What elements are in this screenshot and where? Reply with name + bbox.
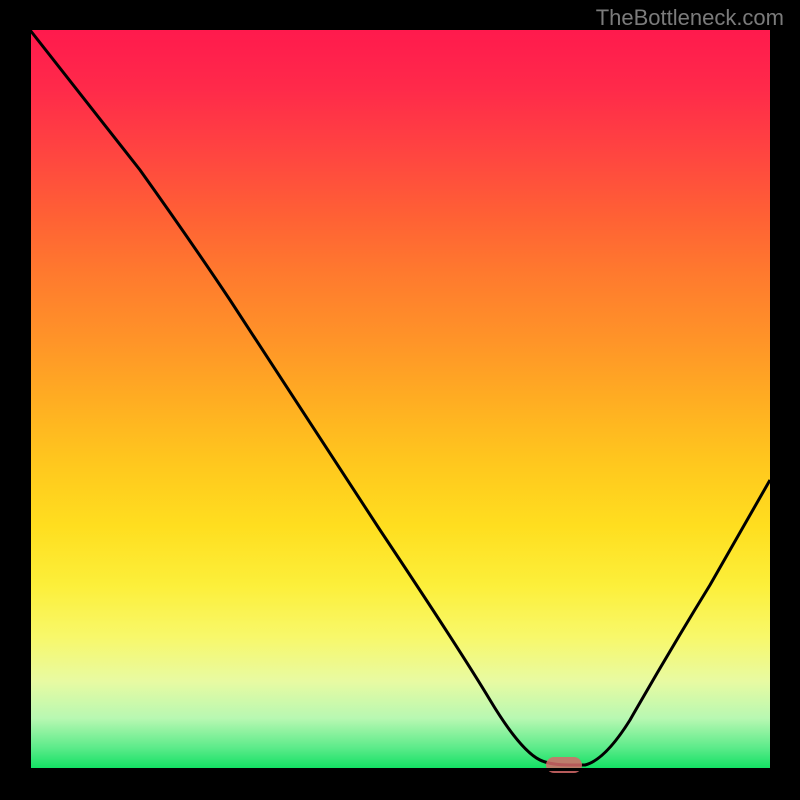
watermark-text: TheBottleneck.com [596, 5, 784, 31]
bottleneck-curve [30, 30, 770, 765]
x-axis [28, 768, 772, 771]
y-axis [28, 30, 31, 772]
chart-svg [30, 30, 770, 770]
